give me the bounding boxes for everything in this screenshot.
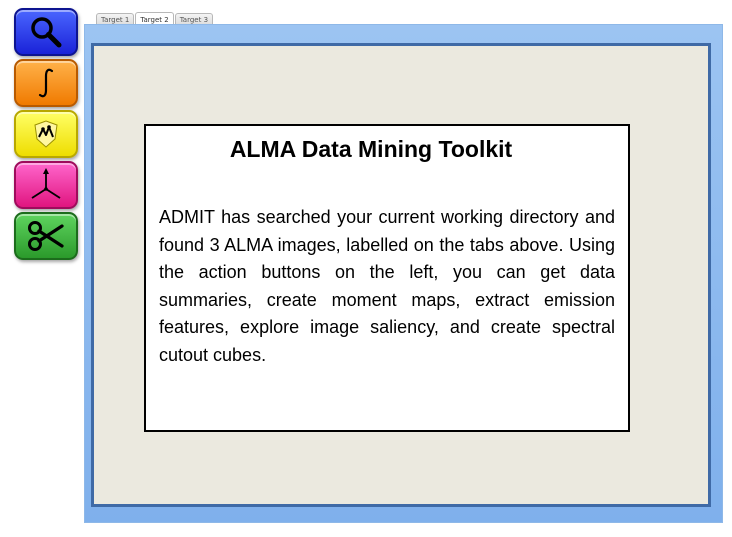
integral-icon xyxy=(34,66,58,100)
target-tab-strip: Target 1 Target 2 Target 3 xyxy=(96,11,214,25)
search-button[interactable] xyxy=(14,8,78,56)
emission-features-icon xyxy=(29,117,63,151)
emission-features-button[interactable] xyxy=(14,110,78,158)
admit-window: Target 1 Target 2 Target 3 ALMA Data Min… xyxy=(0,0,732,537)
axes-icon xyxy=(27,166,65,204)
welcome-message-box: ALMA Data Mining Toolkit ADMIT has searc… xyxy=(144,124,630,432)
magnifier-icon xyxy=(29,15,63,49)
cutout-button[interactable] xyxy=(14,212,78,260)
scissors-icon xyxy=(26,219,66,253)
saliency-button[interactable] xyxy=(14,161,78,209)
action-toolbar xyxy=(14,8,82,263)
moment-map-button[interactable] xyxy=(14,59,78,107)
message-title: ALMA Data Mining Toolkit xyxy=(229,136,513,162)
message-body: ADMIT has searched your current working … xyxy=(159,207,615,365)
